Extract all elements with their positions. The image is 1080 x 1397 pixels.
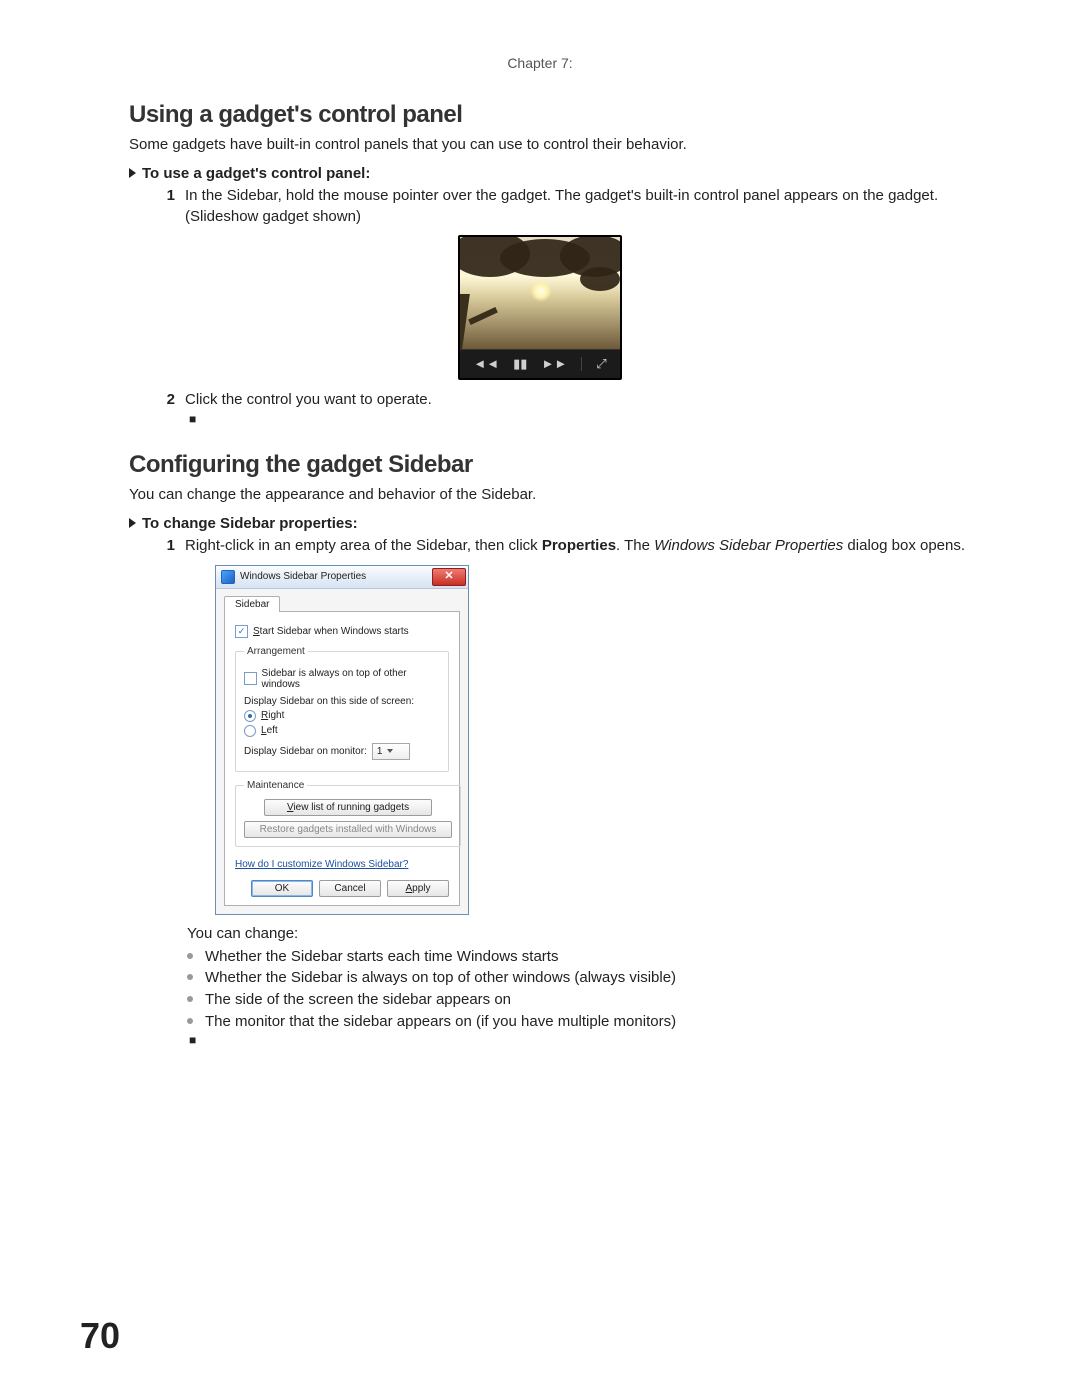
- chevron-down-icon: [387, 749, 393, 753]
- tab-sidebar[interactable]: Sidebar: [224, 596, 280, 612]
- step-text: Click the control you want to operate.: [185, 390, 985, 410]
- maintenance-group: Maintenance View list of running gadgets…: [235, 780, 461, 847]
- maintenance-legend: Maintenance: [244, 780, 307, 791]
- end-mark: ■: [189, 412, 985, 426]
- arrow-icon: [129, 168, 136, 178]
- section2-intro: You can change the appearance and behavi…: [129, 485, 985, 505]
- restore-gadgets-button[interactable]: Restore gadgets installed with Windows: [244, 821, 452, 838]
- step-item: 1 Right-click in an empty area of the Si…: [151, 536, 985, 556]
- list-item: Whether the Sidebar is always on top of …: [187, 967, 985, 989]
- monitor-row: Display Sidebar on monitor: 1: [244, 743, 440, 760]
- radio-icon: [244, 710, 256, 722]
- step-item: 2 Click the control you want to operate.: [151, 390, 985, 410]
- pause-icon[interactable]: ▮▮: [513, 357, 527, 370]
- section1-intro: Some gadgets have built-in control panel…: [129, 135, 985, 155]
- radio-icon: [244, 725, 256, 737]
- apply-button[interactable]: Apply: [387, 880, 449, 897]
- list-item: The monitor that the sidebar appears on …: [187, 1011, 985, 1033]
- checkbox-icon: ✓: [235, 625, 248, 638]
- end-mark: ■: [189, 1033, 985, 1047]
- arrow-icon: [129, 518, 136, 528]
- list-item: The side of the screen the sidebar appea…: [187, 989, 985, 1011]
- help-link[interactable]: How do I customize Windows Sidebar?: [235, 859, 408, 870]
- step-number: 1: [151, 536, 185, 556]
- side-label: Display Sidebar on this side of screen:: [244, 696, 440, 707]
- arrangement-group: Arrangement Sidebar is always on top of …: [235, 646, 449, 772]
- checkbox-icon: [244, 672, 257, 685]
- step-item: 1 In the Sidebar, hold the mouse pointer…: [151, 186, 985, 227]
- slideshow-image: [460, 237, 620, 349]
- radio-right[interactable]: Right: [244, 710, 440, 722]
- section-title-configure-sidebar: Configuring the gadget Sidebar: [129, 451, 985, 479]
- dialog-app-icon: [221, 570, 235, 584]
- subhead-text: To use a gadget's control panel:: [142, 165, 370, 182]
- step-text: Right-click in an empty area of the Side…: [185, 536, 985, 556]
- slideshow-controlbar: ◄◄ ▮▮ ►► ⤢: [460, 349, 620, 378]
- subhead-use-gadget: To use a gadget's control panel:: [129, 165, 985, 182]
- close-icon[interactable]: ✕: [432, 568, 466, 586]
- cancel-button[interactable]: Cancel: [319, 880, 381, 897]
- always-on-top-checkbox[interactable]: Sidebar is always on top of other window…: [244, 668, 440, 690]
- subhead-change-properties: To change Sidebar properties:: [129, 515, 985, 532]
- list-item: Whether the Sidebar starts each time Win…: [187, 946, 985, 968]
- page-number: 70: [80, 1315, 120, 1357]
- monitor-label: Display Sidebar on monitor:: [244, 746, 367, 757]
- next-icon[interactable]: ►►: [541, 357, 567, 370]
- separator: [581, 357, 582, 371]
- dialog-titlebar: Windows Sidebar Properties ✕: [216, 566, 468, 589]
- subhead-text: To change Sidebar properties:: [142, 515, 358, 532]
- prev-icon[interactable]: ◄◄: [473, 357, 499, 370]
- chapter-header: Chapter 7:: [95, 55, 985, 71]
- step-number: 1: [151, 186, 185, 227]
- radio-left[interactable]: Left: [244, 725, 440, 737]
- arrangement-legend: Arrangement: [244, 646, 308, 657]
- monitor-select[interactable]: 1: [372, 743, 410, 760]
- you-can-change-label: You can change:: [187, 925, 985, 942]
- view-icon[interactable]: ⤢: [596, 357, 606, 370]
- start-with-windows-checkbox[interactable]: ✓ Start Sidebar when Windows starts: [235, 625, 449, 638]
- section-title-gadget-control: Using a gadget's control panel: [129, 101, 985, 129]
- step-number: 2: [151, 390, 185, 410]
- dialog-title: Windows Sidebar Properties: [240, 571, 432, 582]
- ok-button[interactable]: OK: [251, 880, 313, 897]
- view-running-gadgets-button[interactable]: View list of running gadgets: [264, 799, 432, 816]
- sidebar-properties-dialog: Windows Sidebar Properties ✕ Sidebar ✓ S…: [215, 565, 469, 915]
- slideshow-gadget-figure: ◄◄ ▮▮ ►► ⤢: [458, 235, 622, 380]
- step-text: In the Sidebar, hold the mouse pointer o…: [185, 186, 985, 227]
